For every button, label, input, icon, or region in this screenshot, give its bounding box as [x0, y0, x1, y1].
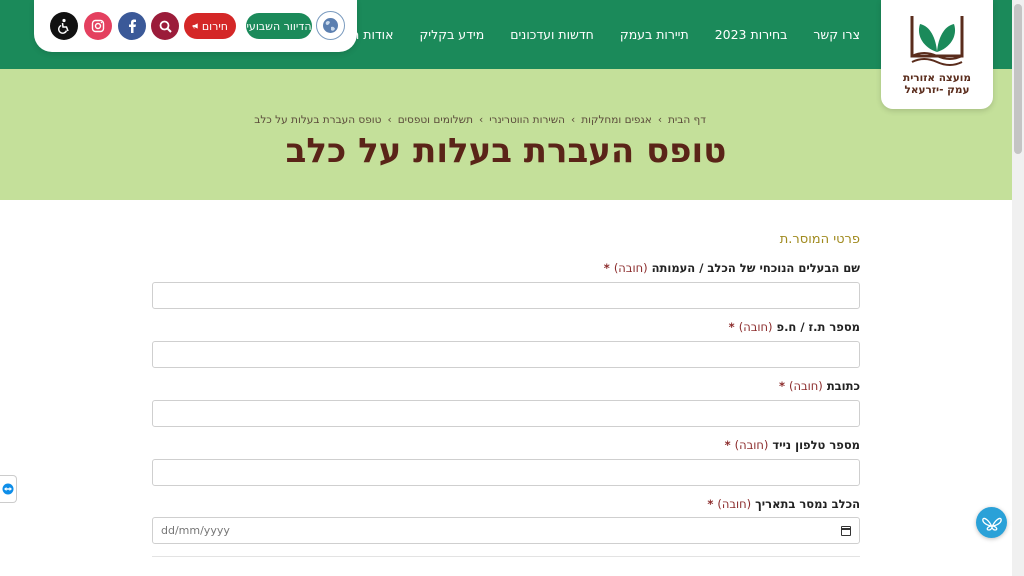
- breadcrumb-payments-forms[interactable]: תשלומים וטפסים: [398, 114, 473, 126]
- nav-item-contact[interactable]: צרו קשר: [813, 27, 860, 42]
- facebook-icon: [129, 19, 136, 33]
- emergency-button[interactable]: חירום: [184, 13, 236, 39]
- teamviewer-icon: [2, 483, 14, 495]
- handover-date-input[interactable]: dd/mm/yyyy: [152, 517, 860, 544]
- page: אודות המועצה מידע בקליק חדשות ועדכונים ת…: [0, 0, 1012, 576]
- header-tools: חירום הדיוור השבועי: [34, 0, 357, 52]
- instagram-icon: [91, 19, 105, 33]
- calendar-icon[interactable]: [841, 525, 851, 536]
- breadcrumb-chevron-icon: ›: [657, 114, 663, 126]
- id-number-input[interactable]: [152, 341, 860, 368]
- remote-support-button[interactable]: [0, 475, 17, 503]
- nav-item-elections[interactable]: בחירות 2023: [715, 27, 788, 42]
- search-icon: [159, 20, 172, 33]
- globe-icon: [323, 18, 338, 33]
- main-nav: אודות המועצה מידע בקליק חדשות ועדכונים ת…: [290, 0, 860, 69]
- mobile-phone-label: מספר טלפון נייד (חובה) *: [724, 438, 860, 452]
- page-title: טופס העברת בעלות על כלב: [285, 131, 727, 171]
- owner-name-label: שם הבעלים הנוכחי של הכלב / העמותה (חובה)…: [603, 261, 860, 275]
- language-button[interactable]: [316, 11, 345, 40]
- logo-emblem-icon: [910, 16, 964, 66]
- logo[interactable]: מועצה אזורית עמק -יזרעאל: [881, 0, 993, 109]
- id-number-label: מספר ת.ז / ח.פ (חובה) *: [728, 320, 860, 334]
- accessibility-button[interactable]: [50, 12, 78, 40]
- page-hero: דף הבית › אגפים ומחלקות › השירות הווטרינ…: [0, 69, 1012, 200]
- breadcrumb-chevron-icon: ›: [571, 114, 576, 126]
- butterfly-icon: [981, 517, 1002, 531]
- chat-button[interactable]: [976, 507, 1007, 538]
- nav-item-info[interactable]: מידע בקליק: [419, 27, 484, 42]
- facebook-button[interactable]: [118, 12, 146, 40]
- logo-line-2: עמק -יזרעאל: [904, 84, 970, 96]
- mobile-phone-input[interactable]: [152, 459, 860, 486]
- accessibility-icon: [58, 18, 69, 34]
- search-button[interactable]: [151, 12, 179, 40]
- nav-item-tourism[interactable]: תיירות בעמק: [620, 27, 689, 42]
- section-title: פרטי המוסר.ת: [779, 232, 860, 247]
- megaphone-icon: [192, 23, 198, 29]
- page-scrollbar[interactable]: [1012, 0, 1024, 576]
- scrollbar-thumb[interactable]: [1014, 4, 1022, 154]
- breadcrumb-chevron-icon: ›: [479, 114, 484, 126]
- breadcrumb-home[interactable]: דף הבית: [668, 114, 706, 126]
- owner-name-input[interactable]: [152, 282, 860, 309]
- nav-item-news[interactable]: חדשות ועדכונים: [510, 27, 594, 42]
- breadcrumb: דף הבית › אגפים ומחלקות › השירות הווטרינ…: [254, 114, 706, 126]
- emergency-label: חירום: [201, 19, 228, 33]
- breadcrumb-vet-service[interactable]: השירות הווטרינרי: [489, 114, 565, 126]
- date-placeholder: dd/mm/yyyy: [161, 524, 230, 537]
- handover-date-label: הכלב נמסר בתאריך (חובה) *: [707, 497, 860, 511]
- address-label: כתובת (חובה) *: [778, 379, 860, 393]
- breadcrumb-chevron-icon: ›: [387, 114, 392, 126]
- section-divider: [152, 556, 860, 557]
- weekly-newsletter-button[interactable]: הדיוור השבועי: [246, 13, 312, 39]
- breadcrumb-departments[interactable]: אגפים ומחלקות: [581, 114, 652, 126]
- breadcrumb-current: טופס העברת בעלות על כלב: [254, 114, 382, 126]
- instagram-button[interactable]: [84, 12, 112, 40]
- address-input[interactable]: [152, 400, 860, 427]
- logo-line-1: מועצה אזורית: [903, 72, 971, 84]
- weekly-newsletter-label: הדיוור השבועי: [246, 19, 312, 33]
